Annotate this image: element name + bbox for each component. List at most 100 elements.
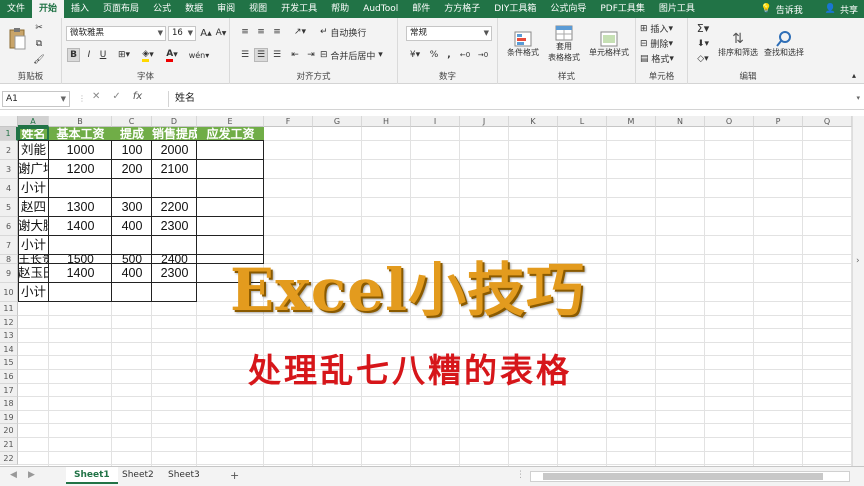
decrease-decimal-button[interactable]: →0	[476, 48, 490, 62]
sheet-tab-2[interactable]: Sheet2	[114, 467, 162, 484]
row-header-5[interactable]: 5	[0, 198, 18, 217]
ribbon-tab-8[interactable]: 开发工具	[274, 0, 324, 18]
row-header-1[interactable]: 1	[0, 127, 18, 141]
column-header-E[interactable]: E	[197, 116, 264, 127]
increase-indent-button[interactable]: ⇥	[304, 48, 318, 62]
format-painter-button[interactable]: 🖌	[32, 54, 46, 66]
ribbon-tab-11[interactable]: 邮件	[405, 0, 437, 18]
fill-button[interactable]: ⬇▾	[694, 37, 712, 50]
column-header-I[interactable]: I	[411, 116, 460, 127]
row-header-19[interactable]: 19	[0, 410, 18, 425]
align-middle-button[interactable]: ≡	[254, 26, 268, 38]
row-header-15[interactable]: 15	[0, 356, 18, 370]
ribbon-tab-7[interactable]: 视图	[242, 0, 274, 18]
column-header-G[interactable]: G	[313, 116, 362, 127]
prev-sheet-icon[interactable]: ◀	[10, 470, 17, 480]
align-top-button[interactable]: ≡	[238, 26, 252, 38]
expand-formula-bar-icon[interactable]: ▾	[856, 94, 860, 102]
orientation-button[interactable]: ↗▾	[290, 26, 310, 38]
share-button[interactable]: 共享	[840, 3, 858, 16]
format-cells-button[interactable]: ▤ 格式 ▾	[640, 52, 686, 66]
font-size-select[interactable]: 16 ▼	[168, 26, 196, 41]
underline-button[interactable]: U	[97, 48, 109, 62]
column-header-K[interactable]: K	[509, 116, 558, 127]
table-cell-C9[interactable]: 400	[112, 264, 152, 283]
row-header-12[interactable]: 12	[0, 315, 18, 330]
vertical-scrollbar[interactable]: ›	[852, 116, 864, 466]
increase-decimal-button[interactable]: ←0	[458, 48, 472, 62]
row-header-14[interactable]: 14	[0, 342, 18, 357]
column-header-H[interactable]: H	[362, 116, 411, 127]
table-cell-A4[interactable]: 小计	[18, 179, 49, 198]
row-header-6[interactable]: 6	[0, 217, 18, 236]
row-header-16[interactable]: 16	[0, 370, 18, 384]
ribbon-tab-12[interactable]: 方方格子	[437, 0, 487, 18]
table-cell-B4[interactable]	[49, 179, 112, 198]
sort-filter-button[interactable]: ⇅ 排序和筛选	[716, 22, 760, 66]
format-as-table-button[interactable]: 套用 表格格式	[544, 22, 584, 66]
header-cell-C[interactable]: 提成	[112, 127, 152, 141]
table-cell-C6[interactable]: 400	[112, 217, 152, 236]
column-header-J[interactable]: J	[460, 116, 509, 127]
table-cell-D6[interactable]: 2300	[152, 217, 197, 236]
table-cell-C2[interactable]: 100	[112, 141, 152, 160]
cell-styles-button[interactable]: 单元格样式	[584, 22, 634, 66]
table-cell-B7[interactable]	[49, 236, 112, 255]
header-cell-D[interactable]: 销售提成	[152, 127, 197, 141]
cut-button[interactable]: ✂	[32, 22, 46, 34]
column-header-C[interactable]: C	[112, 116, 152, 127]
align-right-button[interactable]: ☰	[270, 48, 284, 62]
check-icon[interactable]: ✓	[112, 91, 120, 102]
name-box[interactable]: A1 ▼	[2, 91, 70, 107]
ribbon-tab-15[interactable]: PDF工具集	[593, 0, 652, 18]
row-header-7[interactable]: 7	[0, 236, 18, 255]
add-sheet-button[interactable]: +	[222, 467, 247, 484]
percent-button[interactable]: %	[428, 48, 440, 62]
column-header-M[interactable]: M	[607, 116, 656, 127]
row-header-17[interactable]: 17	[0, 383, 18, 398]
insert-function-button[interactable]: fx	[133, 91, 142, 102]
align-left-button[interactable]: ☰	[238, 48, 252, 62]
row-header-3[interactable]: 3	[0, 160, 18, 179]
ribbon-tab-4[interactable]: 公式	[146, 0, 178, 18]
table-cell-C10[interactable]	[112, 283, 152, 302]
ribbon-tab-13[interactable]: DIY工具箱	[487, 0, 543, 18]
header-cell-A[interactable]: 姓名	[18, 127, 49, 141]
table-cell-D2[interactable]: 2000	[152, 141, 197, 160]
table-cell-B10[interactable]	[49, 283, 112, 302]
table-cell-B2[interactable]: 1000	[49, 141, 112, 160]
table-cell-D10[interactable]	[152, 283, 197, 302]
row-header-9[interactable]: 9	[0, 264, 18, 283]
column-header-Q[interactable]: Q	[803, 116, 852, 127]
table-cell-D5[interactable]: 2200	[152, 198, 197, 217]
table-cell-A9[interactable]: 赵玉田	[18, 264, 49, 283]
table-cell-A3[interactable]: 谢广坤	[18, 160, 49, 179]
align-bottom-button[interactable]: ≡	[270, 26, 284, 38]
ribbon-tab-9[interactable]: 帮助	[324, 0, 356, 18]
bold-button[interactable]: B	[67, 48, 80, 62]
table-cell-B3[interactable]: 1200	[49, 160, 112, 179]
find-select-button[interactable]: 查找和选择	[760, 22, 808, 66]
column-header-N[interactable]: N	[656, 116, 705, 127]
paste-button[interactable]	[6, 24, 28, 54]
table-cell-A10[interactable]: 小计	[18, 283, 49, 302]
table-cell-C5[interactable]: 300	[112, 198, 152, 217]
borders-button[interactable]: ⊞▾	[114, 48, 134, 62]
column-header-A[interactable]: A	[18, 116, 49, 127]
table-cell-A7[interactable]: 小计	[18, 236, 49, 255]
align-center-button[interactable]: ☰	[254, 48, 268, 62]
table-cell-B6[interactable]: 1400	[49, 217, 112, 236]
column-header-L[interactable]: L	[558, 116, 607, 127]
autosum-button[interactable]: Σ▾	[694, 22, 712, 35]
column-header-P[interactable]: P	[754, 116, 803, 127]
table-cell-C3[interactable]: 200	[112, 160, 152, 179]
horizontal-scrollbar[interactable]	[530, 471, 850, 482]
conditional-format-button[interactable]: 条件格式	[502, 22, 544, 66]
table-cell-D3[interactable]: 2100	[152, 160, 197, 179]
ribbon-tab-1[interactable]: 开始	[32, 0, 65, 18]
tell-me-box[interactable]: 告诉我	[776, 3, 803, 16]
ribbon-tab-3[interactable]: 页面布局	[96, 0, 146, 18]
row-header-4[interactable]: 4	[0, 179, 18, 198]
insert-cells-button[interactable]: ⊞ 插入 ▾	[640, 22, 686, 36]
delete-cells-button[interactable]: ⊟ 删除 ▾	[640, 37, 686, 51]
